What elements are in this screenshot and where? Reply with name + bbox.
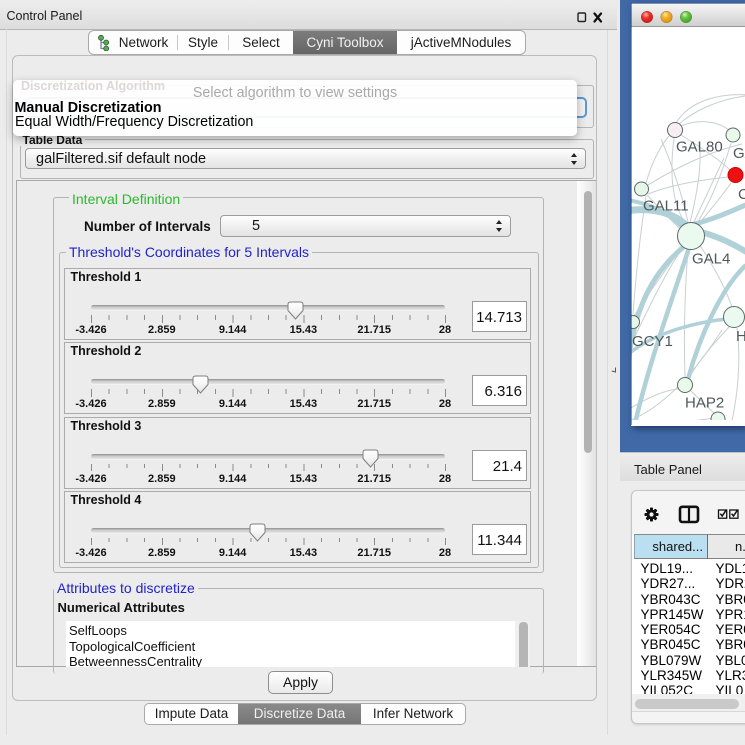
svg-text:GAL80: GAL80 [676,139,723,156]
svg-text:H: H [736,328,745,345]
svg-text:GA.: GA. [733,145,745,162]
svg-text:GAL4: GAL4 [692,251,730,268]
svg-text:HAP2: HAP2 [685,395,724,412]
svg-text:GCY1: GCY1 [632,333,673,350]
svg-text:C: C [738,186,745,203]
svg-text:GAL11: GAL11 [643,198,689,215]
